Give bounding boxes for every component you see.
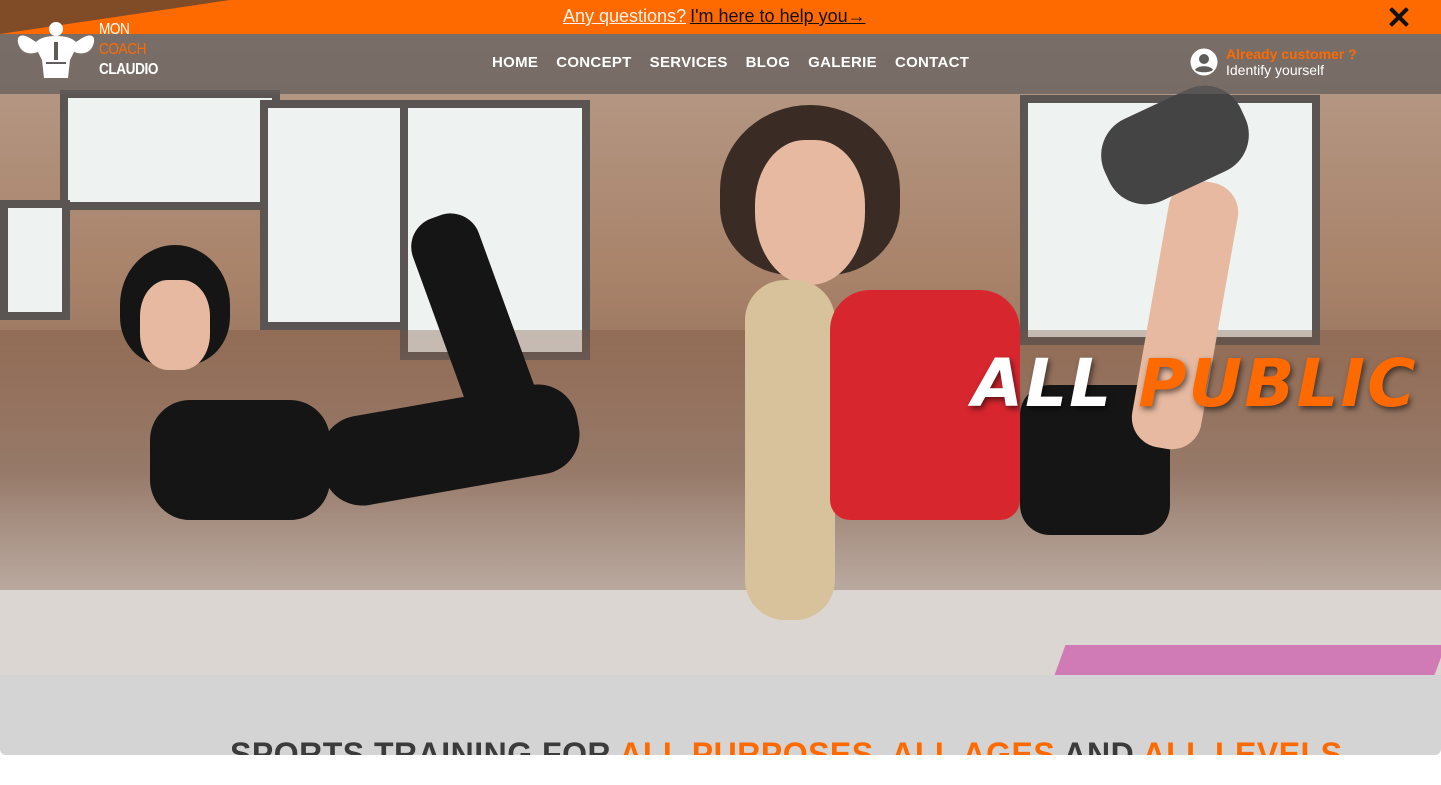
hero-image: ALL PUBLIC [0, 0, 1441, 675]
account-text: Already customer ? Identify yourself [1226, 46, 1357, 78]
center-woman-face [755, 140, 865, 285]
site-logo[interactable]: MON COACH CLAUDIO [16, 18, 166, 84]
nav-item-galerie[interactable]: GALERIE [808, 54, 877, 71]
logo-line-mon: MON [99, 21, 130, 38]
nav-item-services[interactable]: SERVICES [650, 54, 728, 71]
hero-headline-orange: PUBLIC [1138, 345, 1418, 422]
nav-item-home[interactable]: HOME [492, 54, 538, 71]
page: ALL PUBLIC HOME CONCEPT SERVICES BLOG GA… [0, 0, 1441, 755]
tagline-part2: ALL PURPOSES, ALL AGES [619, 736, 1056, 755]
account-prompt: Already customer ? [1226, 46, 1357, 62]
account-action[interactable]: Identify yourself [1226, 62, 1357, 78]
tagline-part1: SPORTS TRAINING FOR [230, 736, 612, 755]
left-woman-top [150, 400, 330, 520]
yoga-mat [1054, 645, 1441, 675]
window [0, 200, 70, 320]
user-circle-icon [1190, 48, 1218, 76]
center-woman-ponytail [745, 280, 835, 620]
logo-text: MON COACH CLAUDIO [99, 20, 168, 80]
nav-item-concept[interactable]: CONCEPT [556, 54, 631, 71]
main-nav: HOME CONCEPT SERVICES BLOG GALERIE CONTA… [492, 54, 969, 71]
window [260, 100, 410, 330]
tagline-part4: ALL LEVELS [1142, 736, 1343, 755]
announcement-message: Any questions? I'm here to help you→ [563, 6, 866, 27]
tagline-part3: AND [1063, 736, 1135, 755]
hero-headline: ALL PUBLIC [972, 345, 1418, 422]
announcement-bar: Any questions? I'm here to help you→ [0, 0, 1441, 34]
intro-tagline: SPORTS TRAINING FOR ALL PURPOSES, ALL AG… [230, 736, 1342, 755]
logo-line-coach: COACH [99, 41, 146, 58]
announcement-question: Any questions? [563, 6, 687, 26]
nav-item-blog[interactable]: BLOG [746, 54, 791, 71]
nav-item-contact[interactable]: CONTACT [895, 54, 969, 71]
window [60, 90, 280, 210]
close-icon[interactable] [1386, 5, 1412, 31]
left-woman-face [140, 280, 210, 370]
hero-headline-white: ALL [972, 345, 1114, 422]
bodybuilder-logo-icon [17, 22, 95, 78]
logo-line-claudio: CLAUDIO [99, 61, 158, 78]
account-login[interactable]: Already customer ? Identify yourself [1190, 46, 1357, 78]
help-link[interactable]: I'm here to help you→ [690, 6, 866, 26]
